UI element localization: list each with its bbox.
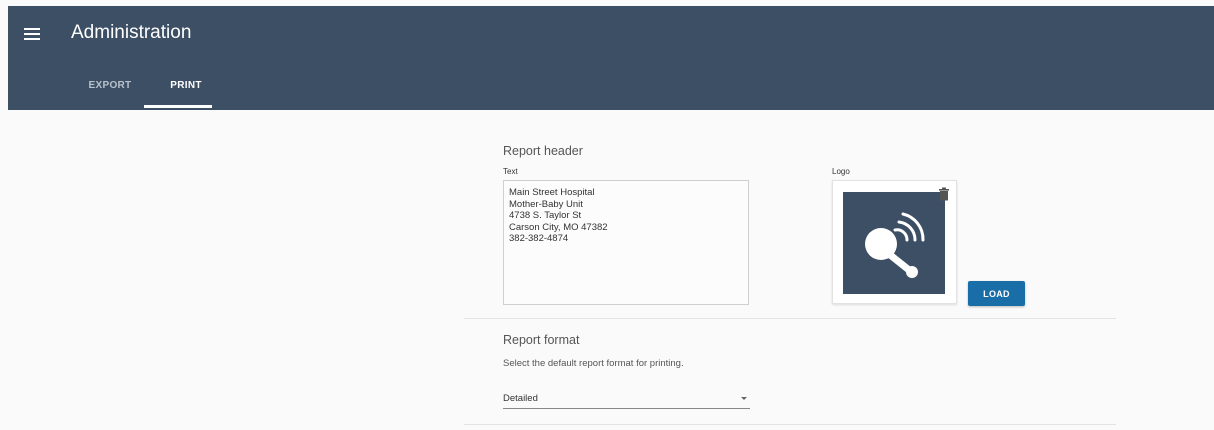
- header-text-line: 382-382-4874: [509, 233, 569, 244]
- header-text-line: Mother-Baby Unit: [509, 198, 583, 210]
- active-tab-indicator: [144, 105, 212, 108]
- section-divider: [464, 318, 1116, 319]
- load-logo-button[interactable]: LOAD: [968, 281, 1025, 306]
- report-format-select[interactable]: Detailed: [503, 390, 750, 409]
- header-text-line: 4738 S. Taylor St: [509, 210, 582, 221]
- header-text-line: Main Street Hospital: [509, 187, 595, 198]
- hamburger-menu-icon[interactable]: [24, 28, 40, 42]
- logo-image: [843, 192, 945, 294]
- text-label: Text: [503, 167, 518, 176]
- logo-preview: [832, 180, 957, 304]
- baby-rattle-icon: [865, 212, 925, 278]
- report-header-text: Main Street Hospital Mother-Baby Unit 4738…: [509, 187, 743, 245]
- tab-export[interactable]: EXPORT: [78, 80, 142, 112]
- page-title: Administration: [71, 22, 192, 43]
- report-format-title: Report format: [503, 333, 580, 347]
- trash-icon[interactable]: [938, 187, 950, 201]
- report-header-title: Report header: [503, 144, 583, 158]
- report-format-description: Select the default report format for pri…: [503, 358, 684, 369]
- chevron-down-icon: [741, 397, 747, 400]
- report-format-value: Detailed: [503, 393, 538, 404]
- section-divider: [464, 424, 1116, 425]
- logo-label: Logo: [832, 167, 850, 176]
- header-text-line: Carson City, MO 47382: [509, 221, 608, 233]
- app-bar: Administration EXPORT PRINT: [8, 6, 1214, 110]
- report-header-text-field[interactable]: Main Street Hospital Mother-Baby Unit 4738…: [503, 180, 749, 305]
